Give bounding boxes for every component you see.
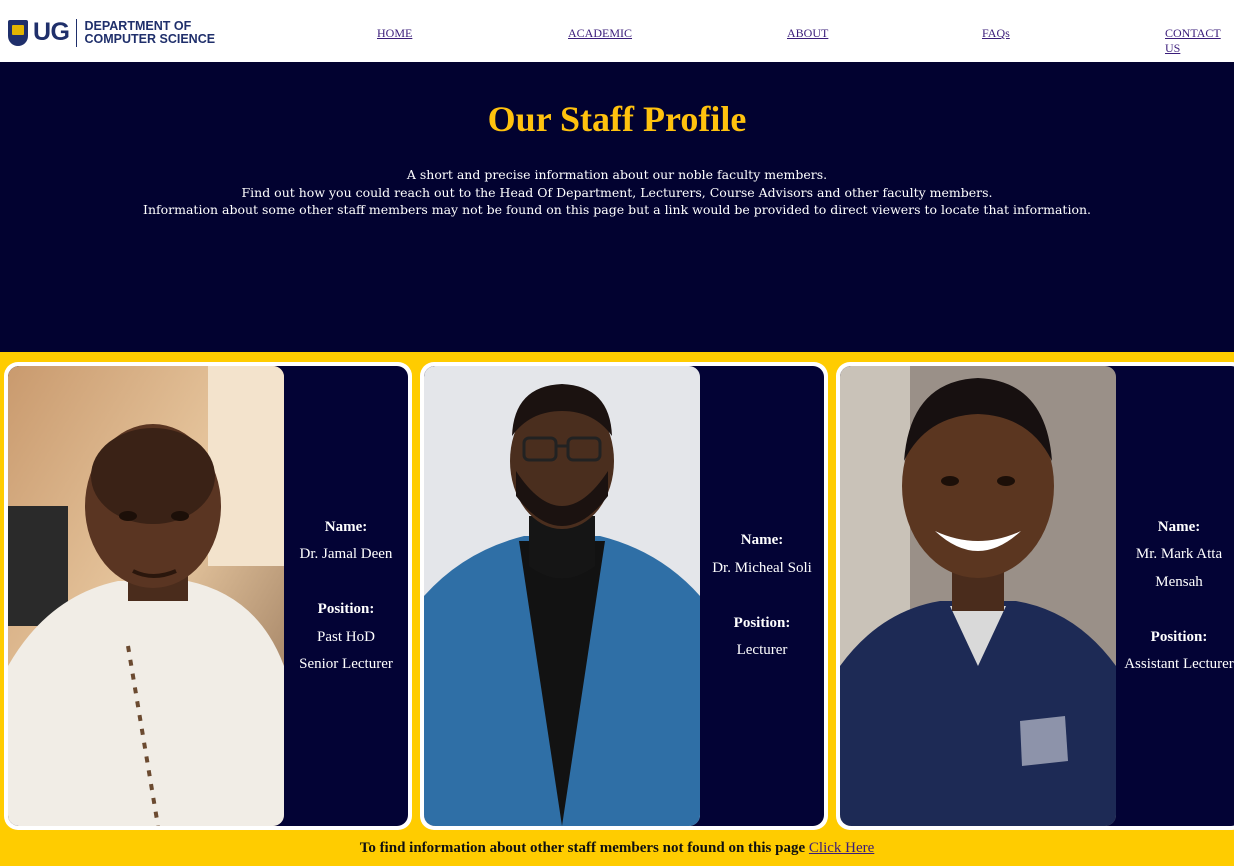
nav-link-academic[interactable]: ACADEMIC bbox=[568, 26, 632, 41]
staff-photo bbox=[840, 366, 1116, 826]
staff-info: Name: Dr. Micheal Soli Position: Lecture… bbox=[700, 366, 824, 826]
more-staff-note: To find information about other staff me… bbox=[0, 840, 1234, 857]
staff-card-body: Name: Dr. Jamal Deen Position: Past HoD … bbox=[8, 366, 408, 826]
position-label: Position: bbox=[733, 614, 791, 631]
hero-description: A short and precise information about ou… bbox=[0, 166, 1234, 219]
staff-card-micheal-soli: Name: Dr. Micheal Soli Position: Lecture… bbox=[420, 362, 828, 830]
staff-card-mark-atta-mensah: Name: Mr. Mark Atta Mensah Position: Ass… bbox=[836, 362, 1234, 830]
position-label: Position: bbox=[1150, 628, 1208, 645]
name-label: Name: bbox=[324, 518, 368, 535]
staff-position: Lecturer bbox=[736, 642, 788, 659]
page-title: Our Staff Profile bbox=[487, 99, 747, 139]
staff-info: Name: Dr. Jamal Deen Position: Past HoD … bbox=[284, 366, 408, 826]
logo-divider bbox=[75, 18, 77, 47]
hero-description-line-1: A short and precise information about ou… bbox=[406, 167, 828, 182]
name-label: Name: bbox=[740, 532, 784, 549]
staff-info: Name: Mr. Mark Atta Mensah Position: Ass… bbox=[1116, 366, 1234, 826]
ug-logo[interactable]: UG DEPARTMENT OF COMPUTER SCIENCE bbox=[8, 18, 215, 47]
hero-description-line-2: Find out how you could reach out to the … bbox=[241, 184, 993, 200]
hero-description-line-3: Information about some other staff membe… bbox=[143, 202, 1091, 217]
staff-name: Dr. Jamal Deen bbox=[299, 546, 393, 562]
click-here-link[interactable]: Click Here bbox=[809, 840, 874, 856]
top-navigation-bar: UG DEPARTMENT OF COMPUTER SCIENCE HOME A… bbox=[0, 0, 1234, 62]
department-name: DEPARTMENT OF COMPUTER SCIENCE bbox=[84, 18, 216, 46]
staff-name: Mr. Mark Atta Mensah bbox=[1135, 546, 1223, 590]
logo-text: UG bbox=[33, 18, 70, 46]
staff-position: Past HoD bbox=[317, 628, 375, 645]
nav-link-about[interactable]: ABOUT bbox=[787, 26, 828, 41]
department-line-1: DEPARTMENT OF bbox=[84, 18, 192, 33]
staff-position: Senior Lecturer bbox=[299, 656, 393, 672]
staff-photo bbox=[8, 366, 284, 826]
name-label: Name: bbox=[1157, 518, 1201, 535]
staff-photo bbox=[424, 366, 700, 826]
staff-profile-hero: Our Staff Profile A short and precise in… bbox=[0, 62, 1234, 352]
staff-position: Assistant Lecturer bbox=[1124, 656, 1234, 672]
staff-card-body: Name: Mr. Mark Atta Mensah Position: Ass… bbox=[840, 366, 1234, 826]
nav-link-faqs[interactable]: FAQs bbox=[982, 26, 1010, 41]
department-line-2: COMPUTER SCIENCE bbox=[84, 31, 216, 46]
staff-card-jamal-deen: Name: Dr. Jamal Deen Position: Past HoD … bbox=[4, 362, 412, 830]
ug-crest-icon bbox=[8, 19, 28, 46]
staff-name: Dr. Micheal Soli bbox=[712, 559, 812, 576]
nav-link-contact-us[interactable]: CONTACT US bbox=[1165, 26, 1234, 56]
staff-card-body: Name: Dr. Micheal Soli Position: Lecture… bbox=[424, 366, 824, 826]
position-label: Position: bbox=[317, 601, 375, 617]
more-staff-text: To find information about other staff me… bbox=[359, 840, 806, 856]
nav-link-home[interactable]: HOME bbox=[377, 26, 412, 41]
